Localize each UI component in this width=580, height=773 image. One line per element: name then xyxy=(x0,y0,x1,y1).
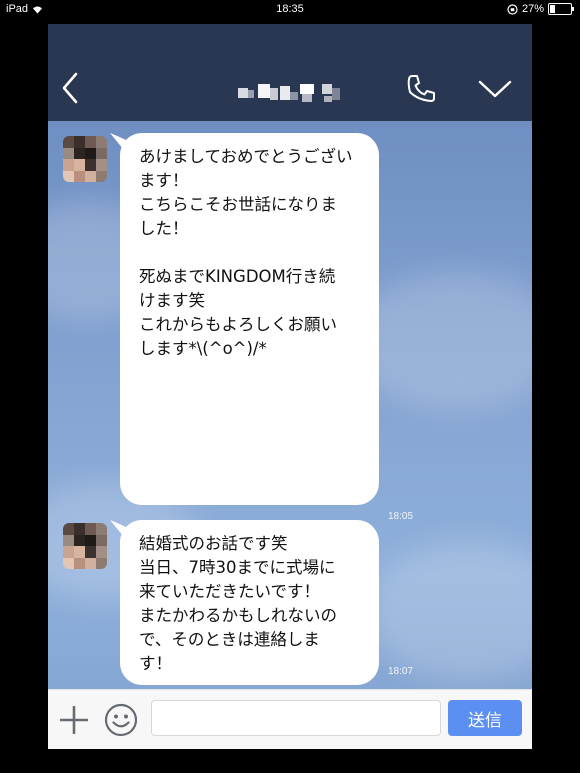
message-bubble[interactable]: あけましておめでとうござい ます！ こちらこそお世話になりま した！ 死ぬまでK… xyxy=(120,133,379,505)
message-time: 18:07 xyxy=(388,666,414,677)
battery-icon xyxy=(548,3,574,15)
rotation-lock-icon xyxy=(507,3,518,15)
message-input[interactable] xyxy=(151,700,441,736)
background-cloud xyxy=(368,541,532,681)
contact-name-obscured xyxy=(238,84,340,102)
status-time: 18:35 xyxy=(276,3,304,15)
back-button[interactable] xyxy=(56,70,86,106)
send-button[interactable]: 送信 xyxy=(448,700,522,736)
call-button[interactable] xyxy=(404,72,438,106)
chat-screen: あけましておめでとうござい ます！ こちらこそお世話になりま した！ 死ぬまでK… xyxy=(48,24,532,749)
status-right: 27% xyxy=(507,3,574,15)
chevron-left-icon xyxy=(62,72,78,104)
message-time: 18:05 xyxy=(388,511,414,522)
status-bar: iPad 18:35 27% xyxy=(0,0,580,20)
smiley-icon xyxy=(104,703,138,737)
phone-icon xyxy=(407,75,435,102)
message-text: 結婚式のお話です笑 当日、7時30までに式場に 来ていただきたいです！ またかわ… xyxy=(139,534,337,673)
battery-percent: 27% xyxy=(521,3,544,15)
avatar[interactable] xyxy=(63,523,107,569)
attach-button[interactable] xyxy=(59,705,89,735)
plus-icon xyxy=(59,705,89,735)
emoji-button[interactable] xyxy=(104,703,138,737)
message-bubble[interactable]: 結婚式のお話です笑 当日、7時30までに式場に 来ていただきたいです！ またかわ… xyxy=(120,520,379,685)
message-text: あけましておめでとうござい ます！ こちらこそお世話になりま した！ 死ぬまでK… xyxy=(139,147,353,358)
chat-header xyxy=(48,24,532,121)
chevron-down-icon xyxy=(478,80,512,98)
avatar[interactable] xyxy=(63,136,107,182)
menu-button[interactable] xyxy=(476,76,514,102)
input-bar: 送信 xyxy=(48,689,532,749)
message-list[interactable]: あけましておめでとうござい ます！ こちらこそお世話になりま した！ 死ぬまでK… xyxy=(48,121,532,689)
